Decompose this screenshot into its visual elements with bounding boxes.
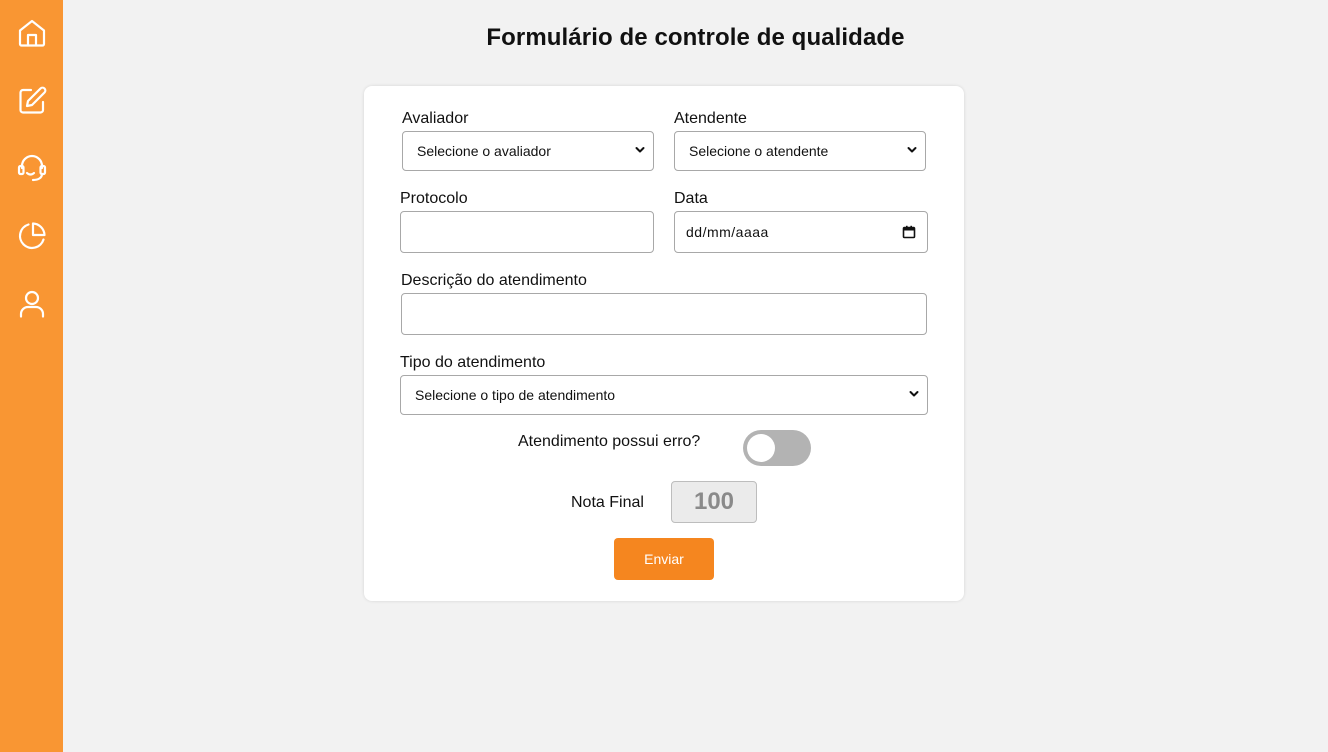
sidebar-item-profile[interactable] xyxy=(0,282,63,326)
service-type-label: Tipo do atendimento xyxy=(400,354,546,371)
pie-chart-icon xyxy=(18,222,46,250)
chevron-down-icon xyxy=(909,391,919,397)
final-score-value: 100 xyxy=(671,481,757,523)
user-icon xyxy=(19,290,44,318)
protocol-input[interactable] xyxy=(400,211,654,253)
has-error-toggle[interactable] xyxy=(743,430,811,466)
sidebar-item-reports[interactable] xyxy=(0,214,63,258)
attendant-select-value: Selecione o atendente xyxy=(689,143,829,159)
attendant-label: Atendente xyxy=(674,110,747,127)
page-title: Formulário de controle de qualidade xyxy=(486,24,905,51)
sidebar-item-home[interactable] xyxy=(0,11,63,55)
attendant-select[interactable]: Selecione o atendente xyxy=(674,131,926,171)
date-label: Data xyxy=(674,190,708,207)
submit-button[interactable]: Enviar xyxy=(614,538,714,580)
toggle-knob xyxy=(747,434,775,462)
service-type-select[interactable]: Selecione o tipo de atendimento xyxy=(400,375,928,415)
evaluator-select[interactable]: Selecione o avaliador xyxy=(402,131,654,171)
final-score-label: Nota Final xyxy=(571,494,644,511)
sidebar-item-support[interactable] xyxy=(0,146,63,190)
calendar-icon[interactable] xyxy=(902,225,916,239)
sidebar xyxy=(0,0,63,752)
protocol-label: Protocolo xyxy=(400,190,468,207)
edit-form-icon xyxy=(18,86,46,114)
description-input[interactable] xyxy=(401,293,927,335)
has-error-label: Atendimento possui erro? xyxy=(518,433,701,450)
chevron-down-icon xyxy=(635,147,645,153)
sidebar-item-form[interactable] xyxy=(0,79,63,123)
quality-form: Avaliador Selecione o avaliador Atendent… xyxy=(364,86,964,601)
date-input[interactable]: dd/mm/aaaa xyxy=(674,211,928,253)
service-type-select-value: Selecione o tipo de atendimento xyxy=(415,387,616,403)
evaluator-select-value: Selecione o avaliador xyxy=(417,143,551,159)
chevron-down-icon xyxy=(907,147,917,153)
description-label: Descrição do atendimento xyxy=(401,272,587,289)
date-input-placeholder: dd/mm/aaaa xyxy=(686,224,769,240)
headset-icon xyxy=(17,154,46,182)
home-icon xyxy=(18,19,45,47)
evaluator-label: Avaliador xyxy=(402,110,469,127)
